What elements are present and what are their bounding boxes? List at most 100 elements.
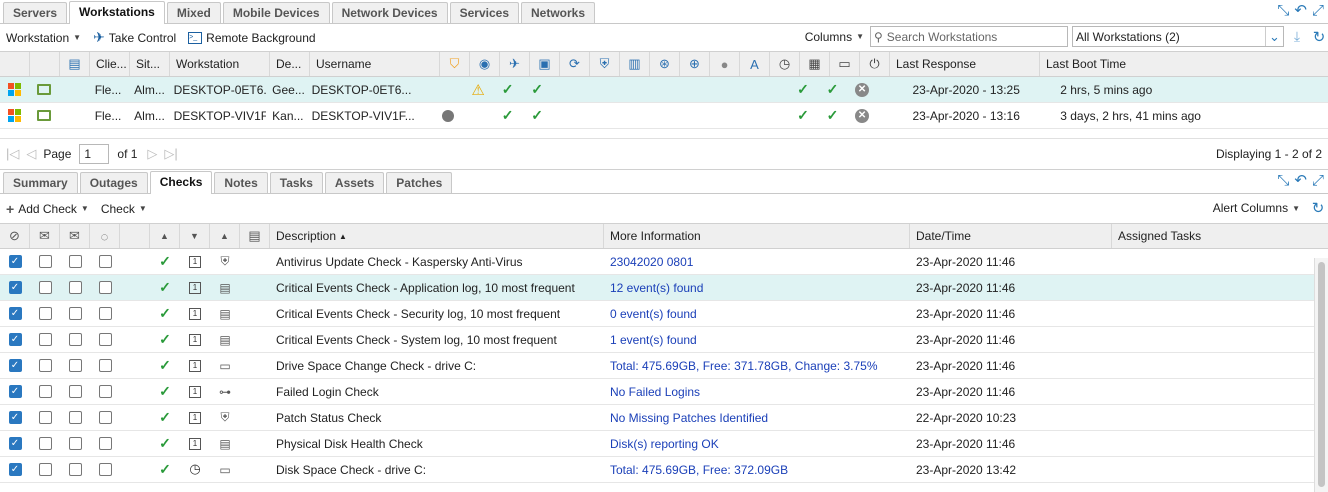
- teamviewer-icon[interactable]: ◉: [470, 52, 500, 76]
- col-assigned-tasks[interactable]: Assigned Tasks: [1112, 224, 1328, 248]
- briefcase-icon[interactable]: ▥: [620, 52, 650, 76]
- tab-network-devices[interactable]: Network Devices: [331, 2, 448, 23]
- tab-workstations[interactable]: Workstations: [69, 1, 165, 24]
- chat-checkbox[interactable]: [98, 281, 112, 294]
- check-info-link[interactable]: 23042020 0801: [604, 249, 910, 274]
- table-row[interactable]: ✓ ✓ 1 ▤ Physical Disk Health Check Disk(…: [0, 431, 1328, 457]
- alert-columns-menu[interactable]: Alert Columns ▼: [1213, 201, 1300, 215]
- alert-checkbox[interactable]: ✓: [8, 333, 22, 346]
- workstation-menu[interactable]: Workstation ▼: [6, 31, 81, 45]
- shield-icon[interactable]: ⛨: [590, 52, 620, 76]
- scrollbar[interactable]: [1314, 258, 1328, 492]
- refresh-icon[interactable]: ↻: [1310, 28, 1328, 46]
- email-checkbox[interactable]: [68, 437, 82, 450]
- chat-checkbox[interactable]: [98, 359, 112, 372]
- email-checkbox[interactable]: [68, 307, 82, 320]
- power-icon[interactable]: ⏻: [860, 52, 890, 76]
- tab-checks[interactable]: Checks: [149, 171, 213, 194]
- alert-checkbox[interactable]: ✓: [8, 385, 22, 398]
- undo-icon[interactable]: ↶: [1294, 2, 1307, 20]
- first-page-icon[interactable]: |◁: [6, 146, 19, 162]
- tab-networks[interactable]: Networks: [521, 2, 596, 23]
- table-row[interactable]: Fle... Alm... DESKTOP-VIV1F... Kan... DE…: [0, 103, 1328, 129]
- check-info-link[interactable]: 1 event(s) found: [604, 327, 910, 352]
- sms-alert-icon[interactable]: ✉: [30, 224, 60, 248]
- col-last-response[interactable]: Last Response: [890, 52, 1040, 76]
- table-row[interactable]: ✓ ✓ 1 ⊶ Failed Login Check No Failed Log…: [0, 379, 1328, 405]
- sms-checkbox[interactable]: [38, 307, 52, 320]
- tab-patches[interactable]: Patches: [386, 172, 453, 193]
- take-control-icon[interactable]: ✈: [500, 52, 530, 76]
- col-description[interactable]: De...: [270, 52, 310, 76]
- email-checkbox[interactable]: [68, 333, 82, 346]
- tab-services[interactable]: Services: [449, 2, 519, 23]
- table-row[interactable]: ✓ ✓ 1 ⛨ Antivirus Update Check - Kaspers…: [0, 249, 1328, 275]
- next-page-icon[interactable]: ▷: [147, 146, 157, 162]
- sort-up-icon[interactable]: ▲: [150, 224, 180, 248]
- update-icon[interactable]: A: [740, 52, 770, 76]
- chat-checkbox[interactable]: [98, 333, 112, 346]
- tab-mobile-devices[interactable]: Mobile Devices: [222, 2, 330, 23]
- tab-notes[interactable]: Notes: [214, 172, 268, 193]
- email-checkbox[interactable]: [68, 359, 82, 372]
- last-page-icon[interactable]: ▷|: [164, 146, 177, 162]
- chat-checkbox[interactable]: [98, 463, 112, 476]
- sort-down-icon[interactable]: ▼: [180, 224, 210, 248]
- refresh-icon[interactable]: ↻: [1308, 199, 1328, 217]
- chat-checkbox[interactable]: [98, 437, 112, 450]
- sms-checkbox[interactable]: [38, 333, 52, 346]
- alert-checkbox[interactable]: ✓: [8, 255, 22, 268]
- tab-servers[interactable]: Servers: [3, 2, 68, 23]
- tab-outages[interactable]: Outages: [79, 172, 148, 193]
- sms-checkbox[interactable]: [38, 463, 52, 476]
- alert-checkbox[interactable]: ✓: [8, 281, 22, 294]
- sms-checkbox[interactable]: [38, 411, 52, 424]
- chat-checkbox[interactable]: [98, 411, 112, 424]
- check-info-link[interactable]: Total: 475.69GB, Free: 371.78GB, Change:…: [604, 353, 910, 378]
- monitor-off-icon[interactable]: ▭: [830, 52, 860, 76]
- sync-icon[interactable]: ⟳: [560, 52, 590, 76]
- email-alert-icon[interactable]: ✉: [60, 224, 90, 248]
- alert-checkbox[interactable]: ✓: [8, 411, 22, 424]
- col-workstation[interactable]: Workstation: [170, 52, 270, 76]
- scrollbar-thumb[interactable]: [1318, 262, 1325, 487]
- col-description[interactable]: Description ▲: [270, 224, 604, 248]
- notes-column-icon[interactable]: ▤: [60, 52, 90, 76]
- chat-checkbox[interactable]: [98, 255, 112, 268]
- expand-icon[interactable]: ⤢: [1312, 2, 1324, 20]
- tab-summary[interactable]: Summary: [3, 172, 78, 193]
- chat-checkbox[interactable]: [98, 385, 112, 398]
- sms-checkbox[interactable]: [38, 255, 52, 268]
- check-info-link[interactable]: 12 event(s) found: [604, 275, 910, 300]
- sms-checkbox[interactable]: [38, 437, 52, 450]
- take-control-button[interactable]: ✈ Take Control: [93, 29, 176, 46]
- add-check-button[interactable]: + Add Check ▼: [6, 201, 89, 217]
- check-info-link[interactable]: No Missing Patches Identified: [604, 405, 910, 430]
- table-row[interactable]: Fle... Alm... DESKTOP-0ET6... Gee... DES…: [0, 77, 1328, 103]
- col-site[interactable]: Sit...: [130, 52, 170, 76]
- alert-checkbox[interactable]: ✓: [8, 437, 22, 450]
- clock-icon[interactable]: ◷: [770, 52, 800, 76]
- terminal-icon[interactable]: ▣: [530, 52, 560, 76]
- sort-up-icon[interactable]: ▲: [210, 224, 240, 248]
- col-last-boot[interactable]: Last Boot Time: [1040, 52, 1318, 76]
- tab-tasks[interactable]: Tasks: [269, 172, 323, 193]
- download-icon[interactable]: ⤓: [1288, 28, 1306, 45]
- col-client[interactable]: Clie...: [90, 52, 130, 76]
- shield-orange-icon[interactable]: ⛉: [440, 52, 470, 76]
- expand-icon[interactable]: ⤢: [1312, 172, 1324, 190]
- prev-page-icon[interactable]: ◁: [26, 146, 36, 162]
- col-date-time[interactable]: Date/Time: [910, 224, 1112, 248]
- email-checkbox[interactable]: [68, 385, 82, 398]
- calendar-icon[interactable]: ▦: [800, 52, 830, 76]
- security-icon[interactable]: ⊛: [650, 52, 680, 76]
- table-row[interactable]: ✓ ✓ ◷ ▭ Disk Space Check - drive C: Tota…: [0, 457, 1328, 483]
- alert-checkbox[interactable]: ✓: [8, 307, 22, 320]
- alert-off-icon[interactable]: ⊘: [0, 224, 30, 248]
- search-input[interactable]: ⚲ Search Workstations: [870, 26, 1068, 47]
- notes-column-icon[interactable]: ▤: [240, 224, 270, 248]
- email-checkbox[interactable]: [68, 255, 82, 268]
- tab-mixed[interactable]: Mixed: [166, 2, 221, 23]
- check-info-link[interactable]: Total: 475.69GB, Free: 372.09GB: [604, 457, 910, 482]
- remote-background-button[interactable]: >_ Remote Background: [188, 31, 316, 45]
